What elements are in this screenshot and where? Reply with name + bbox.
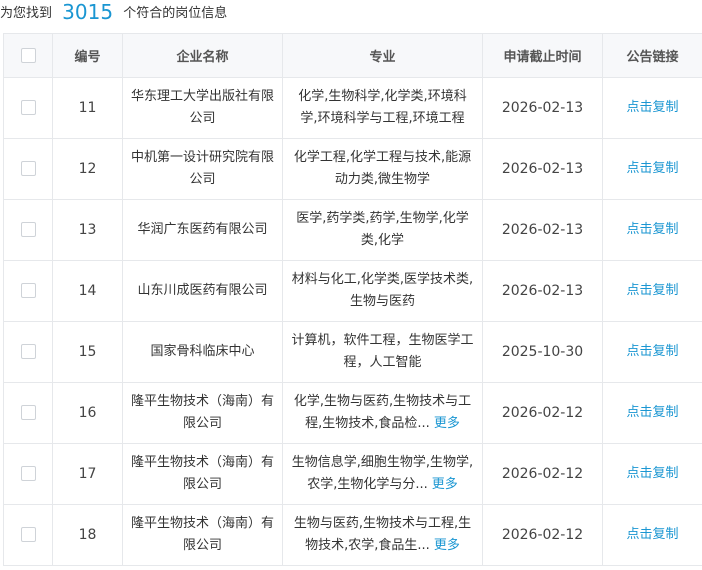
summary-suffix: 个符合的岗位信息: [123, 6, 228, 21]
row-select-cell: [3, 382, 53, 444]
row-copy-link[interactable]: 点击复制: [602, 382, 702, 444]
header-id: 编号: [52, 33, 123, 78]
row-id: 13: [52, 199, 123, 261]
row-select-cell: [3, 504, 53, 566]
row-copy-link[interactable]: 点击复制: [602, 138, 702, 200]
row-checkbox[interactable]: [20, 283, 36, 298]
row-checkbox[interactable]: [20, 466, 36, 481]
table-row: 16 隆平生物技术（海南）有限公司 化学,生物与医药,生物技术与工程,生物技术,食品…: [3, 382, 702, 444]
row-company: 山东川成医药有限公司: [122, 260, 283, 322]
row-major-text: 化学,生物科学,化学类,环境科学,环境科学与工程,环境工程: [298, 89, 467, 126]
row-company: 国家骨科临床中心: [122, 321, 283, 383]
row-deadline: 2025-10-30: [482, 321, 603, 383]
row-major: 材料与化工,化学类,医学技术类,生物与医药: [282, 260, 483, 322]
row-checkbox[interactable]: [20, 100, 36, 115]
row-major-text: 计算机，软件工程，生物医学工程，人工智能: [291, 333, 474, 370]
row-company: 隆平生物技术（海南）有限公司: [122, 504, 283, 566]
row-checkbox[interactable]: [20, 344, 36, 359]
select-all-checkbox[interactable]: [20, 48, 36, 63]
row-major-text: 化学工程,化学工程与技术,能源动力类,微生物学: [293, 150, 472, 187]
row-checkbox[interactable]: [20, 527, 36, 542]
row-select-cell: [3, 321, 53, 383]
row-company: 中机第一设计研究院有限公司: [122, 138, 283, 200]
job-table: 编号 企业名称 专业 申请截止时间 公告链接 11 华东理工大学出版社有限公司 化学…: [3, 33, 702, 566]
row-id: 12: [52, 138, 123, 200]
table-row: 12 中机第一设计研究院有限公司 化学工程,化学工程与技术,能源动力类,微生物学 20…: [3, 138, 702, 200]
header-link: 公告链接: [602, 33, 702, 78]
summary-prefix: 为您找到: [0, 6, 53, 21]
row-major: 计算机，软件工程，生物医学工程，人工智能: [282, 321, 483, 383]
row-more-link[interactable]: 更多: [434, 416, 460, 431]
row-major: 生物与医药,生物技术与工程,生物技术,农学,食品生... 更多: [282, 504, 483, 566]
row-copy-link[interactable]: 点击复制: [602, 199, 702, 261]
row-deadline: 2026-02-12: [482, 443, 603, 505]
row-company: 华东理工大学出版社有限公司: [122, 77, 283, 139]
row-more-link[interactable]: 更多: [434, 538, 460, 553]
row-id: 17: [52, 443, 123, 505]
row-major: 化学,生物科学,化学类,环境科学,环境科学与工程,环境工程: [282, 77, 483, 139]
table-row: 15 国家骨科临床中心 计算机，软件工程，生物医学工程，人工智能 2025-10-30…: [3, 321, 702, 383]
row-checkbox[interactable]: [20, 161, 36, 176]
row-id: 11: [52, 77, 123, 139]
row-company: 华润广东医药有限公司: [122, 199, 283, 261]
row-select-cell: [3, 199, 53, 261]
select-all-cell: [3, 33, 53, 78]
row-major-text: 医学,药学类,药学,生物学,化学类,化学: [296, 211, 469, 248]
row-select-cell: [3, 77, 53, 139]
row-select-cell: [3, 443, 53, 505]
row-more-link[interactable]: 更多: [432, 477, 458, 492]
header-deadline: 申请截止时间: [482, 33, 603, 78]
row-deadline: 2026-02-13: [482, 260, 603, 322]
table-row: 18 隆平生物技术（海南）有限公司 生物与医药,生物技术与工程,生物技术,农学,食品…: [3, 504, 702, 566]
result-summary: 为您找到 3015 个符合的岗位信息: [0, 0, 702, 28]
row-checkbox[interactable]: [20, 405, 36, 420]
table-row: 11 华东理工大学出版社有限公司 化学,生物科学,化学类,环境科学,环境科学与工程,…: [3, 77, 702, 139]
row-id: 14: [52, 260, 123, 322]
row-checkbox[interactable]: [20, 222, 36, 237]
row-copy-link[interactable]: 点击复制: [602, 260, 702, 322]
row-major: 医学,药学类,药学,生物学,化学类,化学: [282, 199, 483, 261]
row-deadline: 2026-02-13: [482, 77, 603, 139]
row-id: 16: [52, 382, 123, 444]
row-deadline: 2026-02-12: [482, 504, 603, 566]
row-major: 生物信息学,细胞生物学,生物学,农学,生物化学与分... 更多: [282, 443, 483, 505]
table-row: 13 华润广东医药有限公司 医学,药学类,药学,生物学,化学类,化学 2026-02-…: [3, 199, 702, 261]
row-company: 隆平生物技术（海南）有限公司: [122, 443, 283, 505]
row-deadline: 2026-02-13: [482, 199, 603, 261]
row-major: 化学,生物与医药,生物技术与工程,生物技术,食品检... 更多: [282, 382, 483, 444]
row-copy-link[interactable]: 点击复制: [602, 77, 702, 139]
header-major: 专业: [282, 33, 483, 78]
header-company: 企业名称: [122, 33, 283, 78]
row-deadline: 2026-02-12: [482, 382, 603, 444]
row-copy-link[interactable]: 点击复制: [602, 504, 702, 566]
table-row: 17 隆平生物技术（海南）有限公司 生物信息学,细胞生物学,生物学,农学,生物化学与…: [3, 443, 702, 505]
row-select-cell: [3, 260, 53, 322]
row-id: 15: [52, 321, 123, 383]
table-header-row: 编号 企业名称 专业 申请截止时间 公告链接: [3, 33, 702, 78]
row-select-cell: [3, 138, 53, 200]
row-major-text: 材料与化工,化学类,医学技术类,生物与医药: [291, 272, 474, 309]
row-company: 隆平生物技术（海南）有限公司: [122, 382, 283, 444]
row-major: 化学工程,化学工程与技术,能源动力类,微生物学: [282, 138, 483, 200]
row-copy-link[interactable]: 点击复制: [602, 443, 702, 505]
row-id: 18: [52, 504, 123, 566]
row-copy-link[interactable]: 点击复制: [602, 321, 702, 383]
table-row: 14 山东川成医药有限公司 材料与化工,化学类,医学技术类,生物与医药 2026-02…: [3, 260, 702, 322]
result-count: 3015: [62, 0, 114, 24]
row-deadline: 2026-02-13: [482, 138, 603, 200]
